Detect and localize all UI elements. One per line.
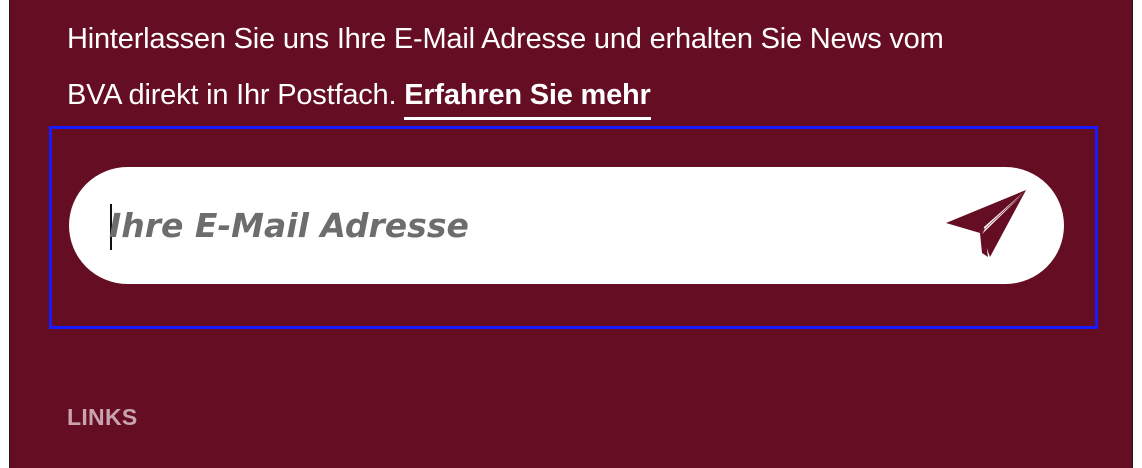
links-heading: LINKS bbox=[67, 404, 138, 430]
email-signup-form bbox=[69, 167, 1064, 284]
email-input[interactable] bbox=[109, 197, 929, 253]
intro-text-line2: BVA direkt in Ihr Postfach. bbox=[67, 79, 397, 111]
newsletter-intro: Hinterlassen Sie uns Ihre E-Mail Adresse… bbox=[67, 11, 1067, 123]
intro-text-line1: Hinterlassen Sie uns Ihre E-Mail Adresse… bbox=[67, 23, 944, 55]
paper-plane-icon bbox=[944, 187, 1028, 259]
learn-more-link[interactable]: Erfahren Sie mehr bbox=[404, 79, 651, 120]
newsletter-section: Hinterlassen Sie uns Ihre E-Mail Adresse… bbox=[9, 0, 1133, 468]
submit-button[interactable] bbox=[944, 187, 1028, 259]
